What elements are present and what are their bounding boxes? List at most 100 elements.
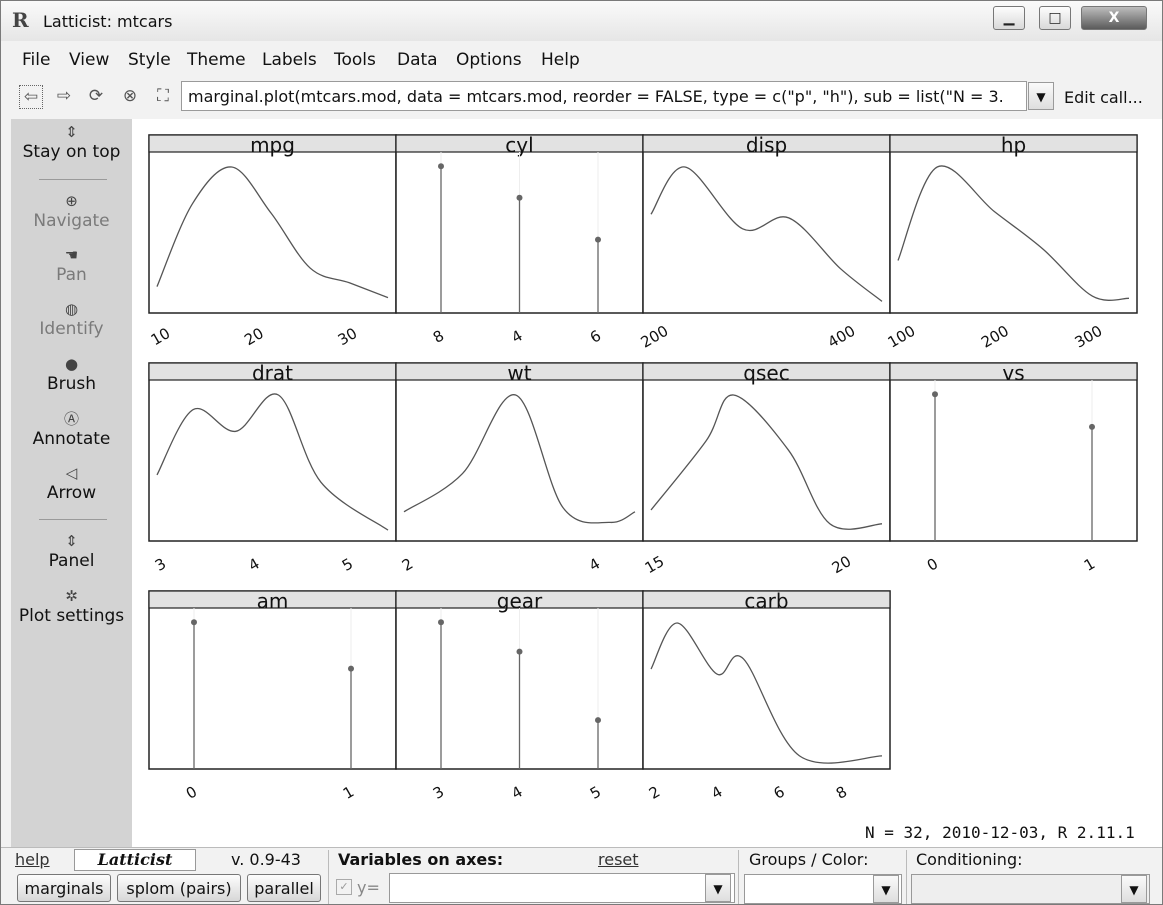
identify-button[interactable]: ◍ Identify	[11, 299, 132, 339]
close-button[interactable]: X	[1081, 6, 1147, 30]
edit-call-button[interactable]: Edit call...	[1064, 88, 1143, 107]
zoom-icon: ⊕	[65, 192, 78, 210]
menu-help[interactable]: Help	[541, 50, 580, 70]
panel-frame-carb	[642, 590, 891, 770]
bottom-divider	[328, 850, 329, 904]
panel-title-hp: hp	[1001, 133, 1026, 157]
conditioning-label: Conditioning:	[916, 850, 1023, 869]
x-tick-label: 1	[1081, 554, 1098, 574]
r-logo-icon: R	[12, 8, 29, 32]
arrow-button[interactable]: ◁ Arrow	[11, 463, 132, 503]
call-input[interactable]: marginal.plot(mtcars.mod, data = mtcars.…	[181, 81, 1027, 111]
menu-options[interactable]: Options	[456, 50, 522, 70]
navigate-button[interactable]: ⊕ Navigate	[11, 191, 132, 231]
x-tick-label: 30	[335, 324, 361, 349]
pan-button[interactable]: ☚ Pan	[11, 245, 132, 285]
settings-icon: ✲	[65, 587, 78, 605]
x-tick-label: 20	[241, 324, 267, 349]
marginals-button[interactable]: marginals	[17, 874, 111, 902]
annotate-icon: Ⓐ	[63, 410, 79, 428]
point-gear-4	[516, 648, 523, 655]
point-gear-3	[438, 619, 444, 626]
maximize-button[interactable]: □	[1039, 6, 1071, 30]
splom-button[interactable]: splom (pairs)	[117, 874, 241, 902]
brush-icon: ●	[64, 355, 79, 373]
point-vs-0	[932, 391, 938, 398]
x-tick-label: 100	[885, 322, 919, 352]
call-dropdown-button[interactable]: ▼	[1028, 82, 1054, 110]
bottom-divider	[906, 850, 907, 904]
x-tick-label: 8	[833, 782, 850, 802]
menu-bar: File View Style Theme Labels Tools Data …	[1, 45, 1162, 75]
groups-color-label: Groups / Color:	[749, 850, 869, 869]
panel-frame-wt	[395, 362, 644, 542]
x-tick-label: 3	[152, 554, 169, 574]
point-am-1	[348, 665, 354, 672]
hand-icon: ☚	[64, 246, 79, 264]
x-tick-label: 4	[508, 326, 525, 346]
brand-label: Latticist	[74, 849, 196, 871]
x-tick-label: 200	[638, 322, 672, 352]
x-tick-label: 1	[340, 782, 357, 802]
menu-view[interactable]: View	[69, 50, 109, 70]
panel-button[interactable]: ⇕ Panel	[11, 531, 132, 571]
brush-button[interactable]: ● Brush	[11, 354, 132, 394]
help-link[interactable]: help	[15, 850, 50, 869]
y-checkbox[interactable]: ✓	[336, 879, 352, 895]
arrow-icon: ◁	[65, 464, 78, 482]
fit-icon[interactable]: ⛶	[152, 85, 174, 107]
x-tick-label: 4	[586, 554, 603, 574]
panel-frame-vs	[889, 362, 1138, 542]
menu-file[interactable]: File	[22, 50, 50, 70]
groups-dropdown-button[interactable]: ▼	[873, 875, 899, 903]
x-tick-label: 2	[399, 554, 416, 574]
menu-labels[interactable]: Labels	[262, 50, 317, 70]
forward-icon[interactable]: ⇨	[53, 85, 75, 107]
annotate-button[interactable]: Ⓐ Annotate	[11, 409, 132, 449]
sidebar-divider	[39, 519, 107, 520]
back-icon[interactable]: ⇦	[19, 85, 43, 109]
refresh-icon[interactable]: ⟳	[85, 85, 107, 107]
title-bar[interactable]: R Latticist: mtcars ▁ □ X	[1, 1, 1162, 41]
plot-area[interactable]: mpg 10 20 30 cyl 8 4 6 disp 200 400 hp 100 200 300 drat…	[132, 119, 1162, 847]
x-tick-label: 6	[771, 782, 788, 802]
panel-frame-qsec	[642, 362, 891, 542]
panel-frame-am	[148, 590, 397, 770]
panel-frame-hp	[889, 134, 1138, 314]
conditioning-dropdown-button[interactable]: ▼	[1121, 875, 1147, 903]
stay-on-top-button[interactable]: ⇕ Stay on top	[11, 122, 132, 162]
reset-link[interactable]: reset	[598, 850, 639, 869]
x-tick-label: 4	[245, 554, 262, 574]
x-tick-label: 8	[430, 326, 447, 346]
x-tick-label: 0	[924, 554, 941, 574]
marginal-plot: mpg10 20 30cyl8 4 6disp200 400hp100 200 300drat…	[148, 133, 1138, 803]
x-tick-label: 200	[978, 322, 1012, 352]
menu-style[interactable]: Style	[128, 50, 171, 70]
plot-subtitle: N = 32, 2010-12-03, R 2.11.1	[865, 823, 1135, 842]
y-variable-select[interactable]	[389, 873, 735, 903]
pin-icon: ⇕	[65, 123, 78, 141]
minimize-button[interactable]: ▁	[993, 6, 1025, 30]
conditioning-select[interactable]	[911, 874, 1150, 904]
x-tick-label: 15	[642, 552, 668, 577]
y-dropdown-button[interactable]: ▼	[705, 874, 731, 902]
menu-tools[interactable]: Tools	[334, 50, 376, 70]
menu-theme[interactable]: Theme	[187, 50, 246, 70]
variables-on-axes-label: Variables on axes:	[338, 850, 504, 869]
panel-title-mpg: mpg	[250, 133, 295, 157]
x-tick-label: 10	[148, 324, 174, 349]
point-cyl-6	[595, 236, 601, 243]
x-tick-label: 5	[587, 782, 604, 802]
menu-data[interactable]: Data	[397, 50, 438, 70]
point-cyl-8	[438, 163, 444, 170]
point-am-0	[191, 619, 197, 626]
stop-icon[interactable]: ⊗	[119, 85, 141, 107]
y-label: y=	[357, 878, 380, 897]
parallel-button[interactable]: parallel	[247, 874, 321, 902]
panel-title-wt: wt	[507, 361, 531, 385]
panel-title-qsec: qsec	[743, 361, 789, 385]
plot-settings-button[interactable]: ✲ Plot settings	[11, 586, 132, 626]
bottom-divider	[738, 850, 739, 904]
x-tick-label: 3	[430, 782, 447, 802]
x-tick-label: 4	[508, 782, 525, 802]
